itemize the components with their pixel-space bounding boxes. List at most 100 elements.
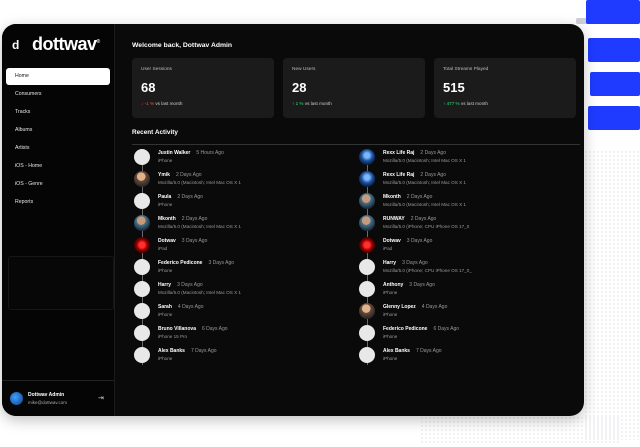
- stat-label: Total Streams Played: [443, 67, 489, 72]
- list-item[interactable]: Mkonth 2 Days Ago Mozilla/5.0 (Macintosh; …: [359, 191, 569, 213]
- activity-device: iPad: [383, 246, 393, 251]
- avatar: [134, 303, 150, 319]
- avatar: [134, 259, 150, 275]
- activity-user: Paula 2 Days Ago: [158, 194, 203, 200]
- list-item[interactable]: Glenny Lopez 4 Days Ago iPhone: [359, 301, 569, 323]
- app-window: d dottwav® Home Consumers Tracks Albums Arti…: [2, 24, 584, 416]
- decor-block: [588, 38, 640, 62]
- user-profile[interactable]: Dottwav Admin mike@dottwav.com ⇥: [2, 380, 114, 416]
- sidebar-item-ios-genre[interactable]: iOS - Genre: [6, 176, 110, 193]
- activity-user: Ymik 2 Days Ago: [158, 172, 202, 178]
- activity-user: Bruno Villanova 6 Days Ago: [158, 326, 228, 332]
- divider: [132, 144, 580, 145]
- activity-device: Mozilla/5.0 (iPhone; CPU iPhone OS 17_0: [383, 224, 470, 229]
- activity-user: Harry 3 Days Ago: [158, 282, 203, 288]
- list-item[interactable]: Rexx Life Raj 2 Days Ago Mozilla/5.0 (Maci…: [359, 147, 569, 169]
- list-item[interactable]: Dotwav 3 Days Ago iPad: [134, 235, 344, 257]
- activity-time: 2 Days Ago: [410, 216, 437, 222]
- activity-user-name: Federico Pedicone: [158, 260, 203, 266]
- list-item[interactable]: RUNWAY 2 Days Ago Mozilla/5.0 (iPhone; CPU…: [359, 213, 569, 235]
- list-item[interactable]: Anthony 3 Days Ago iPhone: [359, 279, 569, 301]
- list-item[interactable]: Federico Pedicone 6 Days Ago iPhone: [359, 323, 569, 345]
- trend-arrow-icon: ↓: [141, 101, 144, 106]
- stat-card: New Users 28 ↑ 1 % vs last month: [283, 58, 425, 118]
- activity-user-name: Sarah: [158, 304, 172, 310]
- activity-user: Mkonth 2 Days Ago: [383, 194, 432, 200]
- stat-label: User Sessions: [141, 67, 172, 72]
- logo[interactable]: d dottwav®: [12, 34, 100, 55]
- activity-device: iPhone: [383, 334, 398, 339]
- avatar: [134, 325, 150, 341]
- activity-device: Mozilla/5.0 (Macintosh; Intel Mac OS X 1: [383, 202, 466, 207]
- activity-time: 2 Days Ago: [177, 194, 203, 200]
- list-item[interactable]: Bruno Villanova 6 Days Ago iPhone 15 Pro: [134, 323, 344, 345]
- activity-user: Alex Banks 7 Days Ago: [158, 348, 217, 354]
- list-item[interactable]: Harry 3 Days Ago Mozilla/5.0 (iPhone; CPU …: [359, 257, 569, 279]
- activity-user-name: Bruno Villanova: [158, 326, 196, 332]
- activity-user-name: Rexx Life Raj: [383, 172, 415, 178]
- avatar: [359, 193, 375, 209]
- avatar: [134, 215, 150, 231]
- avatar: [134, 281, 150, 297]
- list-item[interactable]: Dotwav 3 Days Ago iPad: [359, 235, 569, 257]
- activity-user-name: Ymik: [158, 172, 170, 178]
- avatar[interactable]: [10, 392, 23, 405]
- user-email: mike@dottwav.com: [28, 400, 67, 405]
- avatar: [359, 347, 375, 363]
- activity-user-name: Glenny Lopez: [383, 304, 416, 310]
- avatar: [134, 347, 150, 363]
- logo-registered-mark: ®: [96, 39, 101, 45]
- activity-time: 7 Days Ago: [190, 348, 217, 354]
- sidebar-item-tracks[interactable]: Tracks: [6, 104, 110, 121]
- trend-text: vs last month: [304, 101, 332, 106]
- sidebar-item-home[interactable]: Home: [6, 68, 110, 85]
- list-item[interactable]: Alex Banks 7 Days Ago iPhone: [359, 345, 569, 367]
- activity-user: Justin Walker 5 Hours Ago: [158, 150, 224, 156]
- activity-user-name: Dotwav: [383, 238, 401, 244]
- sidebar-item-ios-home[interactable]: iOS - Home: [6, 158, 110, 175]
- activity-user: RUNWAY 2 Days Ago: [383, 216, 436, 222]
- sidebar-empty-panel: [8, 256, 114, 310]
- logout-icon[interactable]: ⇥: [98, 394, 104, 402]
- activity-device: iPhone: [158, 158, 173, 163]
- avatar: [134, 193, 150, 209]
- activity-time: 4 Days Ago: [177, 304, 204, 310]
- activity-user: Rexx Life Raj 2 Days Ago: [383, 150, 446, 156]
- activity-time: 3 Days Ago: [177, 282, 203, 288]
- decor-dots: [420, 416, 620, 444]
- list-item[interactable]: Mkonth 2 Days Ago Mozilla/5.0 (Macintosh; …: [134, 213, 344, 235]
- activity-user: Federico Pedicone 6 Days Ago: [383, 326, 459, 332]
- list-item[interactable]: Alex Banks 7 Days Ago iPhone: [134, 345, 344, 367]
- sidebar-item-reports[interactable]: Reports: [6, 194, 110, 211]
- list-item[interactable]: Harry 3 Days Ago Mozilla/5.0 (Macintosh; I…: [134, 279, 344, 301]
- activity-time: 3 Days Ago: [402, 260, 428, 266]
- activity-time: 3 Days Ago: [208, 260, 235, 266]
- list-item[interactable]: Ymik 2 Days Ago Mozilla/5.0 (Macintosh; In…: [134, 169, 344, 191]
- list-item[interactable]: Federico Pedicone 3 Days Ago iPhone: [134, 257, 344, 279]
- stat-value: 68: [141, 80, 156, 95]
- activity-time: 7 Days Ago: [415, 348, 442, 354]
- avatar: [359, 325, 375, 341]
- stat-trend: ↑ 477 % vs last month: [443, 101, 488, 106]
- list-item[interactable]: Justin Walker 5 Hours Ago iPhone: [134, 147, 344, 169]
- list-item[interactable]: Rexx Life Raj 2 Days Ago Mozilla/5.0 (Maci…: [359, 169, 569, 191]
- activity-user-name: Alex Banks: [383, 348, 410, 354]
- activity-user: Federico Pedicone 3 Days Ago: [158, 260, 234, 266]
- list-item[interactable]: Paula 2 Days Ago iPhone: [134, 191, 344, 213]
- activity-device: iPhone: [383, 356, 398, 361]
- logo-text: dottwav®: [32, 34, 100, 55]
- avatar: [359, 237, 375, 253]
- sidebar-item-consumers[interactable]: Consumers: [6, 86, 110, 103]
- activity-time: 2 Days Ago: [175, 172, 202, 178]
- avatar: [359, 171, 375, 187]
- sidebar-item-artists[interactable]: Artists: [6, 140, 110, 157]
- activity-device: Mozilla/5.0 (Macintosh; Intel Mac OS X 1: [158, 224, 241, 229]
- activity-time: 4 Days Ago: [421, 304, 448, 310]
- activity-user-name: Paula: [158, 194, 172, 200]
- activity-device: Mozilla/5.0 (Macintosh; Intel Mac OS X 1: [158, 180, 241, 185]
- activity-column-left: Justin Walker 5 Hours Ago iPhone Ymik 2 Days…: [134, 147, 344, 367]
- sidebar-item-albums[interactable]: Albums: [6, 122, 110, 139]
- stat-card: User Sessions 68 ↓ -1 % vs last month: [132, 58, 274, 118]
- main-content: Welcome back, Dottwav Admin User Session…: [115, 24, 584, 416]
- list-item[interactable]: Sarah 4 Days Ago iPhone: [134, 301, 344, 323]
